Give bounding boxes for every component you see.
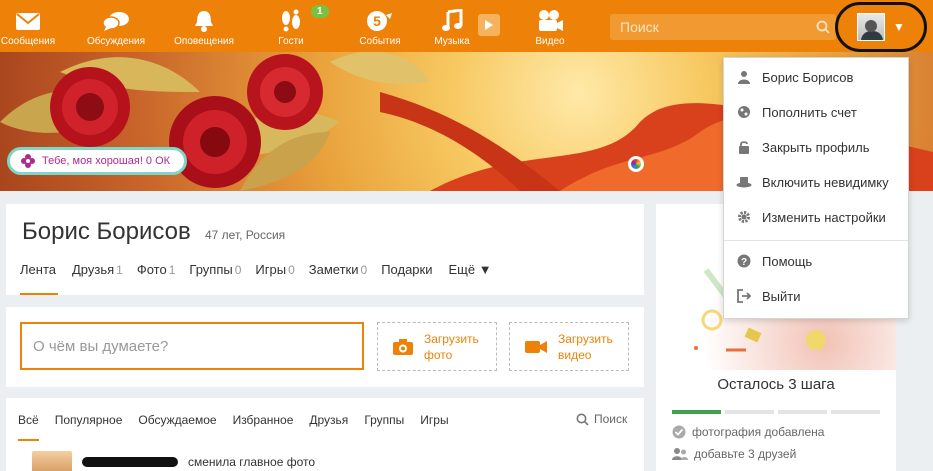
avatar bbox=[857, 13, 886, 41]
music-note-icon bbox=[420, 6, 484, 36]
progress-segment bbox=[672, 410, 721, 414]
nav-discussions[interactable]: Обсуждения bbox=[84, 6, 148, 48]
user-icon bbox=[736, 70, 752, 84]
tab-feed[interactable]: Лента bbox=[20, 262, 58, 295]
check-circle-icon bbox=[672, 425, 686, 439]
filter-favorites[interactable]: Избранное bbox=[233, 413, 294, 441]
menu-item-settings[interactable]: Изменить настройки bbox=[724, 202, 908, 232]
feed-card: Всё Популярное Обсуждаемое Избранное Дру… bbox=[6, 398, 644, 471]
play-icon bbox=[485, 20, 493, 30]
redacted-author-name bbox=[82, 457, 178, 467]
nav-label: События bbox=[359, 36, 401, 47]
nav-label: Видео bbox=[535, 36, 565, 47]
help-icon: ? bbox=[736, 254, 752, 268]
filter-friends[interactable]: Друзья bbox=[309, 413, 348, 441]
menu-item-top-up[interactable]: Пополнить счет bbox=[724, 97, 908, 127]
filter-all[interactable]: Всё bbox=[18, 413, 39, 441]
tab-photos[interactable]: Фото 1 bbox=[137, 262, 176, 295]
user-dropdown-menu: Борис Борисов Пополнить счет Закрыть про… bbox=[723, 57, 909, 319]
feed-search-label: Поиск bbox=[594, 412, 628, 426]
feed-search-button[interactable]: Поиск bbox=[576, 412, 627, 426]
events-5-icon: 5 bbox=[348, 6, 412, 36]
upload-video-label: Загрузить видео bbox=[558, 331, 613, 362]
tab-gifts[interactable]: Подарки bbox=[381, 262, 434, 295]
nav-label: Гости bbox=[278, 36, 304, 47]
nav-notifications[interactable]: Оповещения bbox=[172, 6, 236, 48]
camera-icon bbox=[393, 338, 413, 355]
top-nav-bar: Сообщения Обсуждения Оповещения Гости 1 … bbox=[0, 0, 933, 52]
users-icon bbox=[672, 448, 688, 460]
filter-discussed[interactable]: Обсуждаемое bbox=[138, 413, 216, 441]
gift-status-pill[interactable]: Тебе, моя хорошая! 0 ОК bbox=[7, 147, 188, 175]
tab-groups[interactable]: Группы 0 bbox=[189, 262, 241, 295]
film-camera-icon bbox=[518, 6, 582, 36]
post-input[interactable]: О чём вы думаете? bbox=[20, 322, 364, 370]
search-icon[interactable] bbox=[810, 20, 836, 34]
nav-messages[interactable]: Сообщения bbox=[0, 6, 60, 48]
nav-label: Оповещения bbox=[174, 36, 234, 47]
steps-title: Осталось 3 шага bbox=[717, 376, 835, 393]
guests-count-badge: 1 bbox=[311, 5, 329, 18]
gift-text: Тебе, моя хорошая! 0 ОК bbox=[42, 155, 171, 167]
filter-popular[interactable]: Популярное bbox=[55, 413, 123, 441]
envelope-icon bbox=[0, 6, 60, 36]
feed-item[interactable]: сменила главное фото bbox=[32, 451, 315, 471]
filter-games[interactable]: Игры bbox=[420, 413, 448, 441]
video-camera-icon bbox=[525, 340, 547, 353]
play-music-button[interactable] bbox=[478, 14, 500, 36]
flower-icon bbox=[21, 154, 35, 168]
nav-events[interactable]: 5 События bbox=[348, 6, 412, 48]
chat-bubbles-icon bbox=[84, 6, 148, 36]
menu-item-close-profile[interactable]: Закрыть профиль bbox=[724, 132, 908, 162]
menu-divider bbox=[724, 240, 908, 241]
coins-icon bbox=[736, 105, 752, 119]
svg-text:?: ? bbox=[741, 257, 747, 268]
nav-guests[interactable]: Гости 1 bbox=[259, 5, 329, 48]
profile-tabs: Лента Друзья 1 Фото 1 Группы 0 Игры 0 Заметк… bbox=[20, 262, 508, 295]
upload-video-button[interactable]: Загрузить видео bbox=[509, 322, 629, 371]
upload-photo-label: Загрузить фото bbox=[424, 331, 479, 362]
profile-name: Борис Борисов bbox=[22, 218, 191, 245]
bell-icon bbox=[172, 6, 236, 36]
tab-games[interactable]: Игры 0 bbox=[255, 262, 294, 295]
caret-down-icon: ▼ bbox=[893, 20, 905, 34]
hat-icon bbox=[736, 176, 752, 188]
cover-color-picker[interactable] bbox=[628, 156, 644, 172]
progress-segment bbox=[778, 410, 827, 414]
menu-item-help[interactable]: ? Помощь bbox=[724, 246, 908, 276]
profile-header-card: Борис Борисов 47 лет, Россия Лента Друзь… bbox=[6, 204, 644, 295]
upload-photo-button[interactable]: Загрузить фото bbox=[377, 322, 497, 371]
feed-filters: Всё Популярное Обсуждаемое Избранное Дру… bbox=[18, 413, 465, 441]
user-menu-toggle[interactable]: ▼ bbox=[835, 2, 927, 52]
menu-item-logout[interactable]: Выйти bbox=[724, 281, 908, 311]
logout-icon bbox=[736, 289, 752, 303]
nav-label: Обсуждения bbox=[86, 36, 146, 47]
progress-segment bbox=[831, 410, 880, 414]
tab-more[interactable]: Ещё ▼ bbox=[449, 262, 494, 295]
lock-icon bbox=[736, 140, 752, 154]
search-icon bbox=[576, 413, 589, 426]
step-photo-added: фотография добавлена bbox=[672, 425, 824, 439]
feed-item-thumbnail[interactable] bbox=[32, 451, 72, 471]
search-box bbox=[610, 14, 836, 40]
post-composer-card: О чём вы думаете? Загрузить фото Загрузи… bbox=[6, 307, 644, 387]
events-count: 5 bbox=[373, 13, 381, 29]
nav-label: Сообщения bbox=[0, 36, 56, 47]
profile-completion-progress bbox=[672, 410, 880, 414]
menu-item-profile[interactable]: Борис Борисов bbox=[724, 62, 908, 92]
profile-meta: 47 лет, Россия bbox=[205, 228, 286, 242]
feed-item-action: сменила главное фото bbox=[188, 455, 316, 469]
nav-music[interactable]: Музыка bbox=[420, 6, 484, 48]
gear-icon bbox=[736, 210, 752, 224]
nav-video[interactable]: Видео bbox=[518, 6, 582, 48]
tab-friends[interactable]: Друзья 1 bbox=[72, 262, 123, 295]
nav-label: Музыка bbox=[434, 36, 470, 47]
tab-notes[interactable]: Заметки 0 bbox=[309, 262, 367, 295]
filter-groups[interactable]: Группы bbox=[364, 413, 404, 441]
menu-item-invisible[interactable]: Включить невидимку bbox=[724, 167, 908, 197]
search-input[interactable] bbox=[610, 19, 810, 35]
step-add-friends[interactable]: добавьте 3 друзей bbox=[672, 447, 796, 461]
progress-segment bbox=[725, 410, 774, 414]
